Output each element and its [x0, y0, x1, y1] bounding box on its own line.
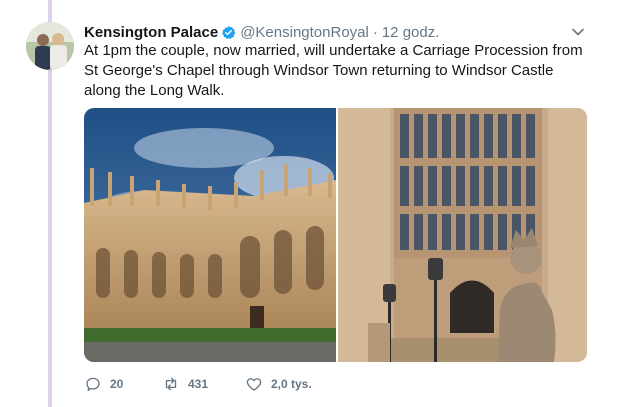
photo-chapel-entrance-lion-statue[interactable]	[338, 108, 587, 362]
tweet-media	[84, 108, 587, 362]
author-handle[interactable]: @KensingtonRoyal	[240, 24, 369, 41]
avatar[interactable]	[26, 22, 74, 70]
photo-st-georges-chapel-exterior[interactable]	[84, 108, 336, 362]
tweet-actions: 20 431 2,0 tys.	[84, 374, 335, 394]
like-count: 2,0 tys.	[271, 377, 312, 391]
tweet-text: At 1pm the couple, now married, will und…	[84, 42, 583, 99]
retweet-icon	[165, 377, 177, 391]
chevron-down-icon[interactable]	[570, 24, 586, 40]
tweet-timestamp[interactable]: 12 godz.	[382, 24, 440, 41]
retweet-count: 431	[188, 377, 209, 391]
verified-badge-icon	[221, 25, 236, 40]
retweet-button[interactable]: 431	[162, 375, 245, 393]
tweet-header: Kensington Palace @KensingtonRoyal · 12 …	[84, 22, 439, 42]
like-button[interactable]: 2,0 tys.	[245, 375, 335, 393]
reply-count: 20	[110, 377, 124, 391]
reply-button[interactable]: 20	[84, 375, 162, 393]
reply-icon	[86, 377, 100, 392]
author-name[interactable]: Kensington Palace	[84, 24, 218, 41]
heart-icon	[246, 378, 262, 391]
header-separator: ·	[372, 23, 378, 41]
